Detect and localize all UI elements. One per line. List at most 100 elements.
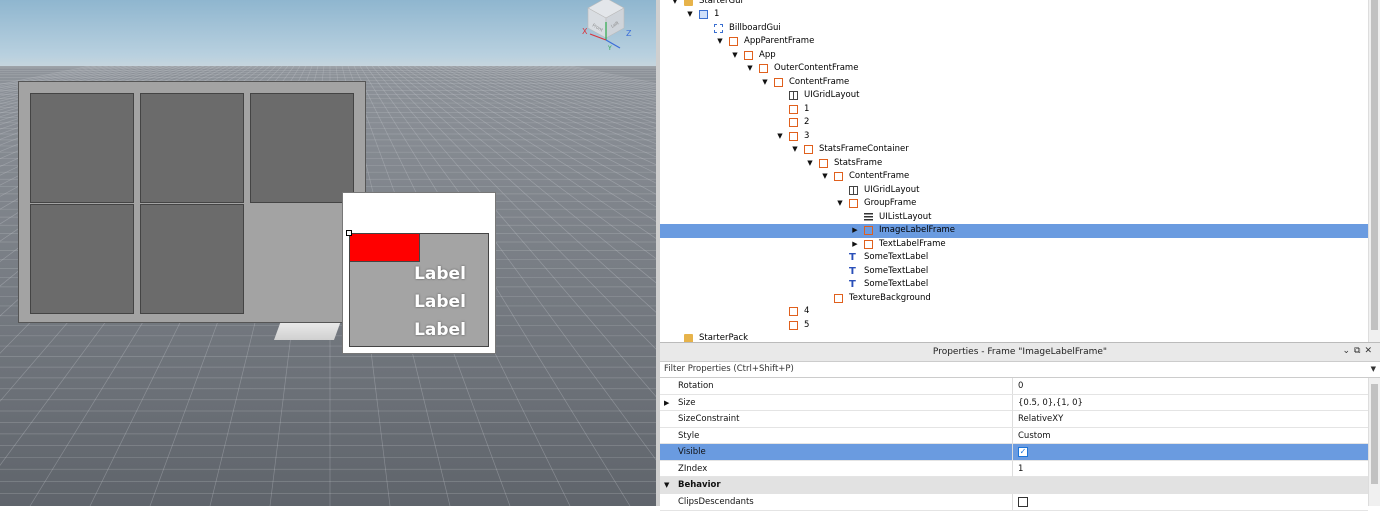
explorer-item[interactable]: T SomeTextLabel bbox=[660, 265, 1368, 279]
explorer-item-label: App bbox=[759, 49, 776, 60]
selection-handle[interactable] bbox=[346, 230, 352, 236]
properties-scroll-thumb[interactable] bbox=[1371, 384, 1378, 484]
collapse-arrow-icon[interactable]: ▼ bbox=[835, 197, 845, 210]
property-value[interactable]: {0.5, 0},{1, 0} bbox=[1018, 395, 1083, 411]
column-divider[interactable] bbox=[1012, 394, 1013, 411]
explorer-item[interactable]: 2 bbox=[660, 116, 1368, 130]
collapse-arrow-icon[interactable]: ▼ bbox=[664, 477, 669, 494]
frame-icon bbox=[789, 320, 798, 330]
explorer-item[interactable]: ▼ GroupFrame bbox=[660, 197, 1368, 211]
column-divider[interactable] bbox=[1012, 444, 1013, 460]
grid-cell-2[interactable] bbox=[140, 93, 244, 203]
explorer-item-label: 5 bbox=[804, 319, 810, 330]
grid-cell-5[interactable] bbox=[140, 204, 244, 314]
property-row[interactable]: ClipsDescendants bbox=[660, 494, 1368, 511]
property-value[interactable]: 0 bbox=[1018, 378, 1023, 394]
collapse-arrow-icon[interactable]: ▼ bbox=[820, 170, 830, 183]
explorer-item[interactable]: ▼ StatsFrame bbox=[660, 157, 1368, 171]
properties-window-buttons[interactable]: ⌄⧉✕ bbox=[1342, 342, 1376, 362]
explorer-item[interactable]: T SomeTextLabel bbox=[660, 278, 1368, 292]
folder-icon bbox=[684, 334, 693, 342]
frame-icon bbox=[789, 307, 798, 316]
explorer-item-label: ContentFrame bbox=[789, 76, 850, 87]
chevron-down-icon[interactable]: ⌄ bbox=[1342, 346, 1354, 356]
filter-dropdown-icon[interactable]: ▼ bbox=[1371, 362, 1376, 377]
explorer-item-label: UIGridLayout bbox=[804, 90, 860, 100]
collapse-arrow-icon[interactable]: ▼ bbox=[745, 62, 755, 75]
filter-properties-input[interactable]: Filter Properties (Ctrl+Shift+P) ▼ bbox=[660, 362, 1380, 378]
image-label-frame[interactable] bbox=[350, 234, 420, 262]
explorer-item[interactable]: ▶ ImageLabelFrame bbox=[660, 224, 1368, 238]
property-name: Style bbox=[678, 430, 700, 441]
app-frame-panel[interactable] bbox=[18, 81, 366, 323]
grid-cell-4[interactable] bbox=[30, 204, 134, 314]
explorer-item[interactable]: BillboardGui bbox=[660, 22, 1368, 36]
property-row[interactable]: ▶ Size {0.5, 0},{1, 0} bbox=[660, 394, 1368, 411]
column-divider[interactable] bbox=[1012, 460, 1013, 477]
property-name: ClipsDescendants bbox=[678, 497, 754, 507]
column-divider[interactable] bbox=[1012, 494, 1013, 510]
property-row[interactable]: Visible ✓ bbox=[660, 444, 1368, 461]
explorer-item[interactable]: ▼ ContentFrame bbox=[660, 170, 1368, 184]
explorer-item[interactable]: ▼ StatsFrameContainer bbox=[660, 143, 1368, 157]
expand-arrow-icon[interactable]: ▶ bbox=[850, 224, 860, 237]
explorer-item[interactable]: UIGridLayout bbox=[660, 184, 1368, 198]
explorer-item[interactable]: 4 bbox=[660, 305, 1368, 319]
collapse-arrow-icon[interactable]: ▼ bbox=[715, 35, 725, 48]
explorer-item[interactable]: ▼ 1 bbox=[660, 8, 1368, 22]
properties-scrollbar[interactable] bbox=[1368, 378, 1380, 506]
property-category-behavior[interactable]: ▼ Behavior bbox=[660, 477, 1368, 494]
frame-icon bbox=[789, 104, 798, 114]
column-divider[interactable] bbox=[1012, 378, 1013, 394]
collapse-arrow-icon[interactable]: ▼ bbox=[730, 49, 740, 62]
gizmo-axis-y: Y bbox=[607, 45, 612, 52]
property-row[interactable]: Rotation 0 bbox=[660, 378, 1368, 395]
explorer-item[interactable]: ▼ OuterContentFrame bbox=[660, 62, 1368, 76]
explorer-item[interactable]: ▼ 3 bbox=[660, 130, 1368, 144]
popout-icon[interactable]: ⧉ bbox=[1354, 346, 1364, 356]
3d-viewport[interactable]: Label Label Label Front Left X Y Z bbox=[0, 0, 656, 506]
explorer-scrollbar[interactable] bbox=[1368, 0, 1380, 342]
explorer-item[interactable]: 1 bbox=[660, 103, 1368, 117]
explorer-panel[interactable]: ▼ StarterGui ▼ 1 BillboardGui ▼ AppParentFrame… bbox=[660, 0, 1380, 342]
explorer-item[interactable]: ▶ TextLabelFrame bbox=[660, 238, 1368, 252]
property-value[interactable]: Custom bbox=[1018, 428, 1051, 444]
grid-cell-1[interactable] bbox=[30, 93, 134, 203]
stats-billboard[interactable]: Label Label Label bbox=[342, 192, 496, 354]
collapse-arrow-icon[interactable]: ▼ bbox=[790, 143, 800, 156]
explorer-item[interactable]: TextureBackground bbox=[660, 292, 1368, 306]
close-icon[interactable]: ✕ bbox=[1364, 346, 1376, 356]
explorer-item[interactable]: ▼ ContentFrame bbox=[660, 76, 1368, 90]
property-checkbox[interactable]: ✓ bbox=[1018, 447, 1028, 457]
column-divider[interactable] bbox=[1012, 411, 1013, 427]
expand-arrow-icon[interactable]: ▶ bbox=[850, 238, 860, 251]
property-row[interactable]: Style Custom bbox=[660, 427, 1368, 444]
property-value[interactable]: 1 bbox=[1018, 461, 1023, 477]
collapse-arrow-icon[interactable]: ▼ bbox=[670, 0, 680, 8]
explorer-item[interactable]: StarterPack bbox=[660, 332, 1368, 342]
property-row[interactable]: ZIndex 1 bbox=[660, 460, 1368, 477]
explorer-item[interactable]: ▼ AppParentFrame bbox=[660, 35, 1368, 49]
explorer-item[interactable]: ▼ StarterGui bbox=[660, 0, 1368, 8]
expand-arrow-icon[interactable]: ▶ bbox=[664, 395, 669, 411]
billboard-label-1: Label bbox=[414, 264, 466, 284]
view-cube-gizmo[interactable]: Front Left X Y Z bbox=[576, 0, 636, 52]
grid-cell-3[interactable] bbox=[250, 93, 354, 203]
collapse-arrow-icon[interactable]: ▼ bbox=[805, 157, 815, 170]
property-value[interactable]: RelativeXY bbox=[1018, 411, 1063, 427]
explorer-item[interactable]: UIListLayout bbox=[660, 211, 1368, 225]
collapse-arrow-icon[interactable]: ▼ bbox=[775, 130, 785, 143]
billboard-label-2: Label bbox=[414, 292, 466, 312]
collapse-arrow-icon[interactable]: ▼ bbox=[760, 76, 770, 89]
property-row[interactable]: SizeConstraint RelativeXY bbox=[660, 411, 1368, 428]
explorer-item[interactable]: T SomeTextLabel bbox=[660, 251, 1368, 265]
explorer-item[interactable]: UIGridLayout bbox=[660, 89, 1368, 103]
stats-content-frame[interactable]: Label Label Label bbox=[349, 233, 489, 347]
explorer-item[interactable]: ▼ App bbox=[660, 49, 1368, 63]
column-divider[interactable] bbox=[1012, 427, 1013, 444]
explorer-scroll-thumb[interactable] bbox=[1371, 0, 1378, 330]
properties-panel[interactable]: Properties - Frame "ImageLabelFrame" ⌄⧉✕… bbox=[660, 342, 1380, 511]
frame-icon bbox=[744, 50, 753, 60]
collapse-arrow-icon[interactable]: ▼ bbox=[685, 8, 695, 21]
explorer-item[interactable]: 5 bbox=[660, 319, 1368, 333]
